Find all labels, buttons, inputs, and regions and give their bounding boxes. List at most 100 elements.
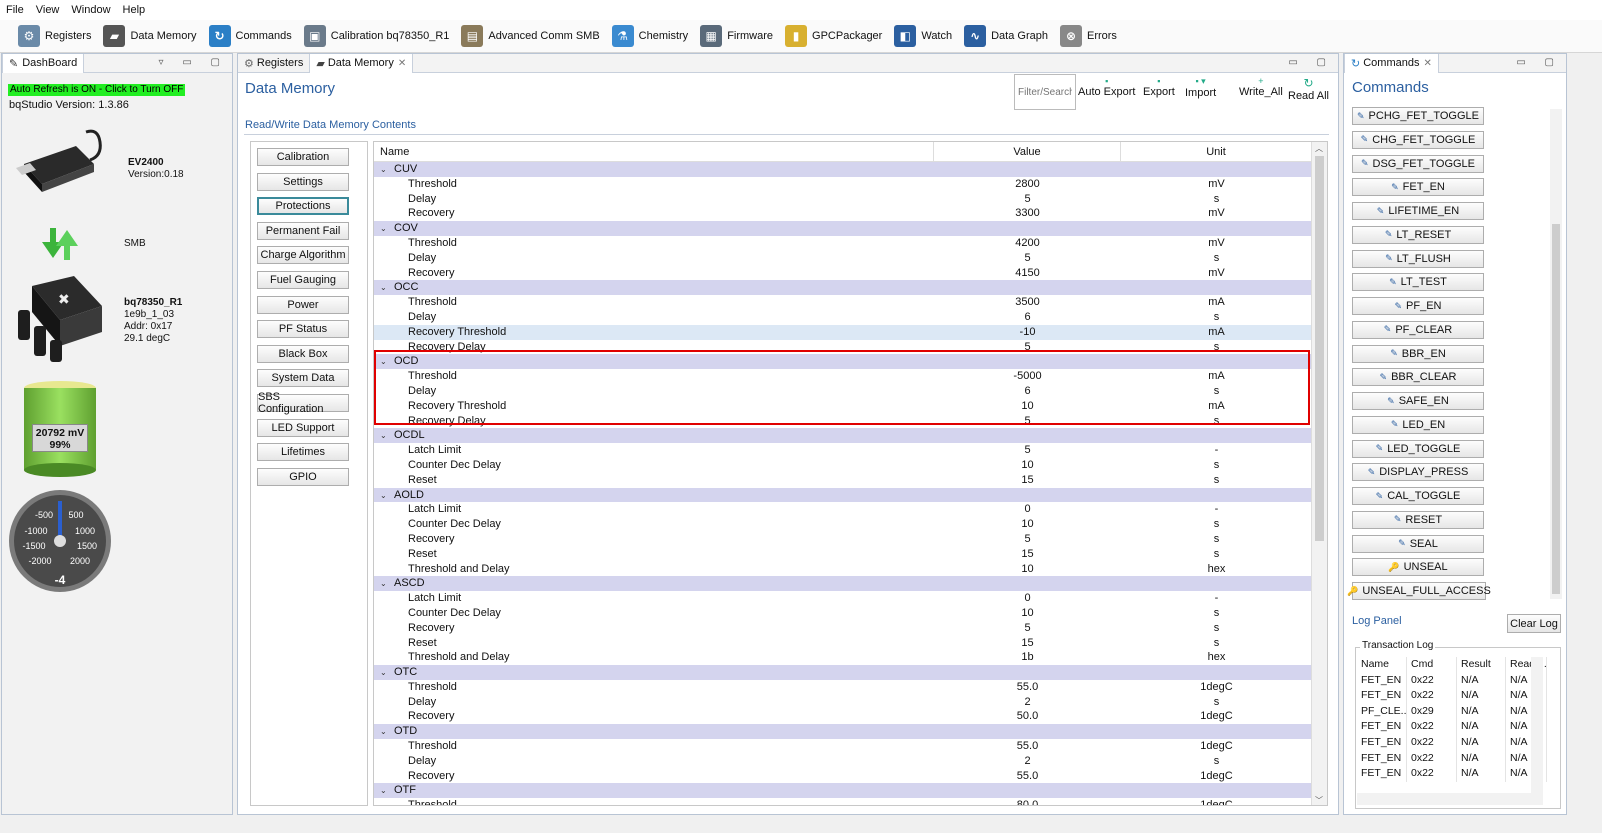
category-pf-status-button[interactable]: PF Status [257, 320, 349, 339]
table-row[interactable]: Threshold -5000 mA [374, 369, 1312, 384]
column-header-unit[interactable]: Unit [1121, 142, 1312, 162]
command-dsg-fet-toggle-button[interactable]: ✎ DSG_FET_TOGGLE [1352, 154, 1484, 173]
row-value[interactable]: 10 [934, 517, 1121, 532]
command-reset-button[interactable]: ✎ RESET [1352, 510, 1484, 529]
auto-refresh-toggle[interactable]: Auto Refresh is ON - Click to Turn OFF [8, 84, 186, 96]
column-header-value[interactable]: Value [934, 142, 1121, 162]
row-value[interactable]: 50.0 [934, 709, 1121, 724]
table-row[interactable]: Delay 2 s [374, 754, 1312, 769]
row-value[interactable]: 4200 [934, 236, 1121, 251]
menu-help[interactable]: Help [117, 4, 152, 16]
table-row[interactable]: Recovery 5 s [374, 532, 1312, 547]
chevron-down-icon[interactable]: ⌄ [380, 489, 394, 503]
table-row[interactable]: Recovery 55.0 1degC [374, 769, 1312, 784]
table-row[interactable]: Threshold 4200 mV [374, 236, 1312, 251]
tab-dashboard[interactable]: ✎ DashBoard [2, 53, 85, 73]
table-row[interactable]: Threshold 3500 mA [374, 295, 1312, 310]
command-unseal-button[interactable]: 🔑 UNSEAL [1352, 558, 1484, 577]
dashboard-window-controls[interactable]: ▿ ▭ ▢ [159, 57, 228, 68]
export-button[interactable]: ▪ Export [1143, 76, 1175, 98]
log-row[interactable]: PF_CLE... 0x29 N/A N/A [1357, 703, 1547, 720]
row-value[interactable]: 5 [934, 532, 1121, 547]
chevron-down-icon[interactable]: ⌄ [380, 163, 394, 177]
filter-search-input[interactable] [1014, 74, 1076, 110]
tab-registers[interactable]: ⚙ Registers [238, 54, 309, 73]
category-black-box-button[interactable]: Black Box [257, 344, 349, 363]
table-scroll-thumb[interactable] [1315, 156, 1324, 541]
command-lt-flush-button[interactable]: ✎ LT_FLUSH [1352, 249, 1484, 268]
command-chg-fet-toggle-button[interactable]: ✎ CHG_FET_TOGGLE [1352, 130, 1484, 149]
table-row[interactable]: Threshold and Delay 10 hex [374, 562, 1312, 577]
row-value[interactable]: 5 [934, 621, 1121, 636]
row-value[interactable]: 5 [934, 340, 1121, 355]
write-all-button[interactable]: + Write_All [1239, 76, 1283, 98]
table-row[interactable]: Latch Limit 5 - [374, 443, 1312, 458]
table-group-row[interactable]: ⌄ OCD [374, 354, 1312, 370]
row-value[interactable]: 15 [934, 547, 1121, 562]
table-row[interactable]: Counter Dec Delay 10 s [374, 517, 1312, 532]
table-row[interactable]: Delay 2 s [374, 695, 1312, 710]
log-vertical-scrollbar[interactable] [1531, 657, 1543, 795]
row-value[interactable]: -5000 [934, 369, 1121, 384]
category-calibration-button[interactable]: Calibration [257, 148, 349, 166]
row-value[interactable]: 5 [934, 443, 1121, 458]
command-lt-test-button[interactable]: ✎ LT_TEST [1352, 273, 1484, 292]
data-memory-window-controls[interactable]: ▭ ▢ [1288, 57, 1334, 68]
table-group-row[interactable]: ⌄ OCC [374, 280, 1312, 296]
toolbar-commands-button[interactable]: ↻ Commands [208, 25, 292, 47]
table-row[interactable]: Threshold 80.0 1degC [374, 798, 1312, 805]
row-value[interactable]: 55.0 [934, 739, 1121, 754]
table-group-row[interactable]: ⌄ COV [374, 221, 1312, 236]
category-system-data-button[interactable]: System Data [257, 369, 349, 388]
row-value[interactable]: 80.0 [934, 798, 1121, 805]
table-row[interactable]: Recovery Threshold 10 mA [374, 399, 1312, 414]
toolbar-gpcpackager-button[interactable]: ▮ GPCPackager [785, 25, 882, 47]
toolbar-chemistry-button[interactable]: ⚗ Chemistry [611, 25, 688, 47]
row-value[interactable]: 55.0 [934, 680, 1121, 695]
command-lt-reset-button[interactable]: ✎ LT_RESET [1352, 225, 1484, 244]
menu-file[interactable]: File [0, 4, 30, 16]
command-led-en-button[interactable]: ✎ LED_EN [1352, 415, 1484, 434]
read-all-button[interactable]: ↻ Read All [1288, 76, 1329, 102]
scroll-down-icon[interactable]: ﹀ [1315, 795, 1323, 805]
log-row[interactable]: FET_EN 0x22 N/A N/A [1357, 672, 1547, 689]
category-settings-button[interactable]: Settings [257, 172, 349, 191]
category-permanent-fail-button[interactable]: Permanent Fail [257, 221, 349, 240]
row-value[interactable]: 3300 [934, 206, 1121, 221]
category-power-button[interactable]: Power [257, 295, 349, 314]
table-row[interactable]: Counter Dec Delay 10 s [374, 606, 1312, 621]
row-value[interactable]: 2 [934, 754, 1121, 769]
row-value[interactable]: 15 [934, 636, 1121, 651]
column-header-name[interactable]: Name [374, 142, 934, 162]
table-row[interactable]: Recovery Delay 5 s [374, 340, 1312, 355]
command-safe-en-button[interactable]: ✎ SAFE_EN [1352, 392, 1484, 410]
table-group-row[interactable]: ⌄ ASCD [374, 576, 1312, 592]
chevron-down-icon[interactable]: ⌄ [380, 784, 394, 798]
category-protections-button[interactable]: Protections [257, 197, 349, 216]
toolbar-watch-button[interactable]: ◧ Watch [894, 25, 952, 47]
log-column-header[interactable]: Cmd [1407, 657, 1457, 673]
log-column-header[interactable]: Result [1457, 657, 1506, 673]
row-value[interactable]: 6 [934, 384, 1121, 399]
row-value[interactable]: 0 [934, 591, 1121, 606]
row-value[interactable]: 2800 [934, 177, 1121, 192]
row-value[interactable]: 10 [934, 606, 1121, 621]
table-row[interactable]: Recovery 3300 mV [374, 206, 1312, 221]
command-pf-clear-button[interactable]: ✎ PF_CLEAR [1352, 320, 1484, 339]
category-charge-algorithm-button[interactable]: Charge Algorithm [257, 246, 349, 265]
log-row[interactable]: FET_EN 0x22 N/A N/A [1357, 734, 1547, 751]
tab-data-memory[interactable]: ▰ Data Memory ✕ [309, 53, 414, 73]
table-row[interactable]: Threshold 2800 mV [374, 177, 1312, 192]
toolbar-data-memory-button[interactable]: ▰ Data Memory [103, 25, 197, 47]
log-column-header[interactable]: Name [1357, 657, 1407, 673]
commands-scrollbar[interactable] [1550, 109, 1562, 599]
toolbar-firmware-button[interactable]: ▦ Firmware [700, 25, 773, 47]
log-row[interactable]: FET_EN 0x22 N/A N/A [1357, 750, 1547, 767]
row-value[interactable]: 3500 [934, 295, 1121, 310]
table-row[interactable]: Threshold 55.0 1degC [374, 739, 1312, 754]
command-pf-en-button[interactable]: ✎ PF_EN [1352, 297, 1484, 315]
table-group-row[interactable]: ⌄ OTC [374, 665, 1312, 680]
row-value[interactable]: 6 [934, 310, 1121, 325]
chevron-down-icon[interactable]: ⌄ [380, 355, 394, 369]
table-row[interactable]: Recovery Delay 5 s [374, 414, 1312, 429]
